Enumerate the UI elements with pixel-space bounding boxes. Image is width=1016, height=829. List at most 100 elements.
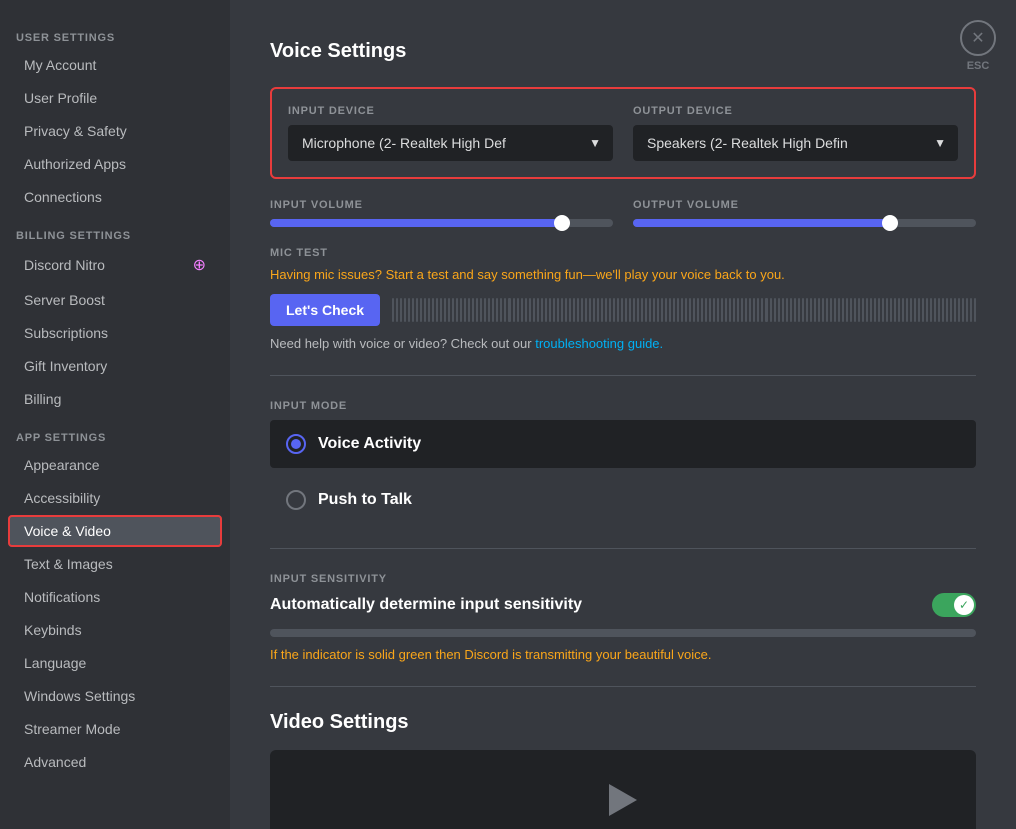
input-device-select[interactable]: Microphone (2- Realtek High Def [288,125,613,161]
mic-bar [757,298,759,322]
mic-bar [798,298,800,322]
sidebar-item-appearance[interactable]: Appearance [8,449,222,481]
esc-label: ESC [967,60,990,72]
mic-bar [517,298,519,322]
sidebar-item-gift-inventory[interactable]: Gift Inventory [8,350,222,382]
input-volume-thumb[interactable] [554,215,570,231]
mic-bar [492,298,494,322]
sidebar-item-keybinds[interactable]: Keybinds [8,614,222,646]
output-volume-track[interactable] [633,219,976,227]
mic-bar [898,298,900,322]
lets-check-button[interactable]: Let's Check [270,294,380,326]
mic-bar [653,298,655,322]
mic-bar [854,298,856,322]
sidebar-item-windows-settings[interactable]: Windows Settings [8,680,222,712]
sidebar-item-voice-video[interactable]: Voice & Video [8,515,222,547]
device-row: INPUT DEVICE Microphone (2- Realtek High… [288,105,958,161]
voice-activity-radio[interactable] [286,434,306,454]
sidebar-item-label: Notifications [24,589,100,605]
auto-sensitivity-label: Automatically determine input sensitivit… [270,596,582,614]
mic-bar [874,298,876,322]
input-volume-fill [270,219,562,227]
mic-bar [778,298,780,322]
output-device-select[interactable]: Speakers (2- Realtek High Defin [633,125,958,161]
mic-bar [886,298,888,322]
auto-sensitivity-toggle[interactable]: ✓ [932,593,976,617]
main-content: ✕ ESC Voice Settings INPUT DEVICE Microp… [230,0,1016,829]
esc-button[interactable]: ✕ ESC [960,20,996,72]
sidebar-item-connections[interactable]: Connections [8,181,222,213]
sidebar-item-user-profile[interactable]: User Profile [8,82,222,114]
mic-bar [440,298,442,322]
mic-bar [946,298,948,322]
input-volume-track[interactable] [270,219,613,227]
mic-bar [942,298,944,322]
mic-bar [525,298,527,322]
mic-bar [621,298,623,322]
divider-3 [270,686,976,687]
mic-bar [392,298,394,322]
sidebar-item-label: Windows Settings [24,688,135,704]
mic-bar [496,298,498,322]
mic-bar [721,298,723,322]
voice-activity-option[interactable]: Voice Activity [270,420,976,468]
mic-bar [753,298,755,322]
sidebar-item-subscriptions[interactable]: Subscriptions [8,317,222,349]
mic-bar [890,298,892,322]
mic-bar [448,298,450,322]
mic-bar [689,298,691,322]
mic-bar [537,298,539,322]
output-device-label: OUTPUT DEVICE [633,105,958,117]
sidebar-item-accessibility[interactable]: Accessibility [8,482,222,514]
output-volume-col: OUTPUT VOLUME [633,199,976,227]
sidebar-item-discord-nitro[interactable]: Discord Nitro ⊕ [8,247,222,283]
mic-bar [396,298,398,322]
input-sensitivity-label: INPUT SENSITIVITY [270,573,976,585]
input-volume-label: INPUT VOLUME [270,199,613,211]
sidebar-item-authorized-apps[interactable]: Authorized Apps [8,148,222,180]
nitro-icon: ⊕ [193,255,206,275]
mic-bar [810,298,812,322]
mic-bar [922,298,924,322]
mic-bar [641,298,643,322]
sidebar-item-streamer-mode[interactable]: Streamer Mode [8,713,222,745]
sidebar-item-label: Streamer Mode [24,721,120,737]
troubleshooting-link[interactable]: troubleshooting guide. [535,336,663,351]
sidebar-item-label: Keybinds [24,622,82,638]
sidebar-item-billing[interactable]: Billing [8,383,222,415]
mic-bar [826,298,828,322]
sidebar-item-advanced[interactable]: Advanced [8,746,222,778]
sidebar-item-my-account[interactable]: My Account [8,49,222,81]
mic-bar [508,298,510,322]
page-title: Voice Settings [270,40,976,63]
divider-2 [270,548,976,549]
output-volume-thumb[interactable] [882,215,898,231]
output-device-col: OUTPUT DEVICE Speakers (2- Realtek High … [633,105,958,161]
mic-bar [432,298,434,322]
sidebar-item-label: Accessibility [24,490,100,506]
divider [270,375,976,376]
sidebar-item-label: Billing [24,391,61,407]
sensitivity-note: If the indicator is solid green then Dis… [270,647,976,662]
mic-bar [749,298,751,322]
mic-bar [424,298,426,322]
mic-bar [950,298,952,322]
sidebar-item-notifications[interactable]: Notifications [8,581,222,613]
mic-bar [765,298,767,322]
toggle-knob: ✓ [954,595,974,615]
mic-bar [541,298,543,322]
mic-bar [545,298,547,322]
mic-bar [954,298,956,322]
close-icon[interactable]: ✕ [960,20,996,56]
push-to-talk-radio[interactable] [286,490,306,510]
sidebar-item-server-boost[interactable]: Server Boost [8,284,222,316]
mic-bar [581,298,583,322]
output-volume-label: OUTPUT VOLUME [633,199,976,211]
sidebar-item-text-images[interactable]: Text & Images [8,548,222,580]
push-to-talk-option[interactable]: Push to Talk [270,476,976,524]
sidebar-item-language[interactable]: Language [8,647,222,679]
sidebar-item-label: Discord Nitro [24,257,105,273]
sensitivity-bar[interactable] [270,629,976,637]
mic-bar [846,298,848,322]
sidebar-item-privacy-safety[interactable]: Privacy & Safety [8,115,222,147]
